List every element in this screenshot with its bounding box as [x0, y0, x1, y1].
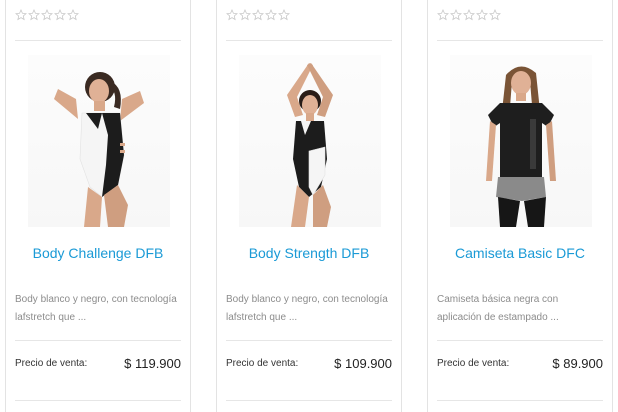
divider [437, 40, 603, 41]
star-empty-icon [239, 9, 251, 21]
star-empty-icon [41, 9, 53, 21]
product-title-link[interactable]: Camiseta Basic DFC [428, 245, 612, 261]
star-empty-icon [252, 9, 264, 21]
divider [226, 340, 392, 341]
bodysuit-white-black-photo-icon [54, 72, 144, 227]
divider [226, 40, 392, 41]
divider [15, 400, 181, 401]
divider [226, 400, 392, 401]
rating-stars [437, 9, 501, 23]
star-empty-icon [278, 9, 290, 21]
product-card[interactable]: Body Challenge DFB Body blanco y negro, … [5, 0, 191, 412]
black-tshirt-photo-icon [486, 66, 556, 227]
star-empty-icon [54, 9, 66, 21]
product-description: Body blanco y negro, con tecnología lafs… [226, 294, 388, 323]
divider [437, 400, 603, 401]
star-empty-icon [489, 9, 501, 21]
product-image[interactable] [450, 55, 592, 227]
star-empty-icon [15, 9, 27, 21]
star-empty-icon [67, 9, 79, 21]
product-title-link[interactable]: Body Challenge DFB [6, 245, 190, 261]
product-title-link[interactable]: Body Strength DFB [217, 245, 401, 261]
product-card[interactable]: Camiseta Basic DFC Camiseta básica negra… [427, 0, 613, 412]
divider [15, 40, 181, 41]
star-empty-icon [28, 9, 40, 21]
price-row: Precio de venta: $ 109.900 [226, 353, 392, 373]
product-image[interactable] [239, 55, 381, 227]
star-empty-icon [265, 9, 277, 21]
price-row: Precio de venta: $ 119.900 [15, 353, 181, 373]
price-label: Precio de venta: [15, 357, 88, 369]
price-value: $ 119.900 [124, 355, 181, 371]
product-image[interactable] [28, 55, 170, 227]
price-value: $ 109.900 [334, 355, 392, 371]
product-description: Camiseta básica negra con aplicación de … [437, 294, 559, 323]
divider [437, 340, 603, 341]
rating-stars [15, 9, 79, 23]
star-empty-icon [463, 9, 475, 21]
product-card[interactable]: Body Strength DFB Body blanco y negro, c… [216, 0, 402, 412]
price-row: Precio de venta: $ 89.900 [437, 353, 603, 373]
star-empty-icon [450, 9, 462, 21]
price-label: Precio de venta: [437, 357, 510, 369]
bodysuit-black-white-photo-icon [287, 63, 333, 227]
product-description: Body blanco y negro, con tecnología lafs… [15, 294, 177, 323]
star-empty-icon [476, 9, 488, 21]
rating-stars [226, 9, 290, 23]
divider [15, 340, 181, 341]
star-empty-icon [226, 9, 238, 21]
price-label: Precio de venta: [226, 357, 299, 369]
price-value: $ 89.900 [552, 355, 603, 371]
product-grid: Body Challenge DFB Body blanco y negro, … [0, 0, 618, 412]
star-empty-icon [437, 9, 449, 21]
